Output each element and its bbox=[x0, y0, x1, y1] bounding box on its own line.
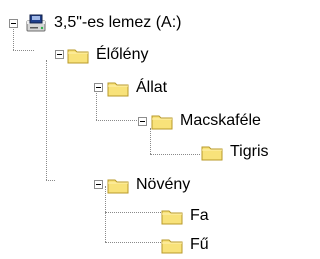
tree-connector bbox=[13, 50, 34, 51]
collapse-toggle[interactable] bbox=[55, 50, 64, 59]
node-label: Növény bbox=[136, 176, 191, 193]
node-label: Állat bbox=[136, 79, 168, 96]
collapse-toggle[interactable] bbox=[94, 180, 103, 189]
folder-icon bbox=[107, 82, 129, 97]
folder-icon bbox=[67, 49, 89, 64]
folder-icon bbox=[107, 179, 129, 194]
folder-tree: 3,5"-es lemez (A:) Élőlény Állat Macskaf… bbox=[0, 0, 319, 259]
folder-icon bbox=[151, 115, 173, 130]
tree-node-floppy-drive[interactable]: 3,5"-es lemez (A:) bbox=[24, 12, 182, 34]
tree-node-macskafele[interactable]: Macskaféle bbox=[150, 110, 261, 132]
node-label: Macskaféle bbox=[180, 112, 261, 129]
node-label: Fű bbox=[190, 236, 209, 253]
tree-node-allat[interactable]: Állat bbox=[106, 77, 167, 99]
node-label: Fa bbox=[190, 207, 209, 224]
collapse-toggle[interactable] bbox=[138, 117, 147, 126]
tree-node-elolény[interactable]: Élőlény bbox=[66, 44, 148, 66]
node-label: Tigris bbox=[230, 143, 269, 160]
node-label: Élőlény bbox=[96, 46, 149, 63]
folder-icon bbox=[201, 146, 223, 161]
node-label: 3,5"-es lemez (A:) bbox=[54, 14, 182, 31]
folder-icon bbox=[161, 239, 183, 254]
collapse-toggle[interactable] bbox=[94, 83, 103, 92]
tree-node-noveny[interactable]: Növény bbox=[106, 174, 190, 196]
tree-connector bbox=[96, 90, 97, 120]
tree-connector bbox=[96, 120, 139, 121]
tree-connector bbox=[150, 154, 200, 155]
tree-node-fa[interactable]: Fa bbox=[160, 205, 209, 227]
tree-node-tigris[interactable]: Tigris bbox=[200, 141, 269, 163]
tree-connector bbox=[105, 242, 161, 243]
tree-connector bbox=[105, 212, 161, 213]
collapse-toggle[interactable] bbox=[9, 19, 18, 28]
floppy-drive-icon bbox=[26, 14, 46, 32]
folder-icon bbox=[161, 210, 183, 225]
tree-connector bbox=[46, 60, 47, 180]
tree-node-fu[interactable]: Fű bbox=[160, 234, 209, 256]
tree-connector bbox=[46, 180, 55, 181]
